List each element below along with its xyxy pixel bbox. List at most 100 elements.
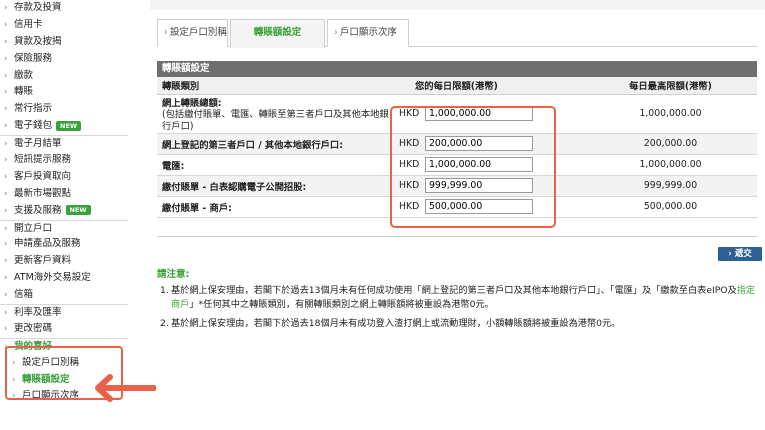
- row-label: 繳付賬單 - 商戶:: [157, 196, 389, 218]
- sidebar-item-label: 轉賬: [14, 86, 34, 98]
- max-limit-value: 999,999.00: [584, 175, 757, 197]
- tab-transfer-limit[interactable]: 轉賬額設定: [230, 19, 325, 48]
- max-limit-value: 500,000.00: [584, 196, 757, 218]
- chevron-right-icon: ›: [4, 3, 8, 13]
- sidebar-item-label: 開立戶口: [14, 222, 53, 234]
- sidebar-item[interactable]: › 更改密碼: [0, 321, 128, 338]
- column-header-max-limit: 每日最高限額(港幣): [584, 77, 757, 95]
- chevron-right-icon: ›: [4, 87, 8, 98]
- chevron-right-icon: ›: [4, 36, 8, 47]
- sidebar-item-label: 更新客戶資料: [14, 255, 72, 267]
- sidebar-item-label: 短訊提示服務: [14, 154, 72, 166]
- sidebar-item[interactable]: › 存款及投資: [0, 0, 128, 17]
- sidebar-menu: › 存款及投資 › 信用卡 › 貸款及按揭 › 保險服務 › 繳款 › 轉賬 › 常行指示 › 電子錢包 NEW…: [0, 0, 128, 405]
- max-limit-value: 1,000,000.00: [584, 154, 757, 176]
- main-content: › 設定戶口別稱 轉賬額設定 › 戶口顯示次序 轉賬額設定 轉賬類別 您的每日限額(…: [150, 0, 765, 430]
- chevron-right-icon: ›: [4, 256, 8, 267]
- sidebar-item-label: 繳款: [14, 69, 34, 81]
- max-limit-value: 1,000,000.00: [584, 94, 757, 134]
- input-highlight-box: [390, 106, 556, 228]
- sidebar-item[interactable]: › 轉賬: [0, 84, 128, 101]
- sidebar-item[interactable]: › 信用卡: [0, 17, 128, 34]
- chevron-right-icon: ›: [4, 308, 8, 319]
- sidebar-item[interactable]: › 更新客戶資料: [0, 253, 128, 270]
- sidebar-item[interactable]: › 貸款及按揭: [0, 34, 128, 51]
- row-label-cell: 網上轉賬總額: (包括繳付賬單、電匯、轉賬至第三者戶口及其他本地銀行戶口): [157, 94, 389, 134]
- chevron-right-icon: ›: [4, 223, 8, 234]
- note-text-end: 」*任何其中之轉賬類別，有關轉賬類別之網上轉賬額將被重設為港幣0元。: [189, 298, 494, 310]
- chevron-right-icon: ›: [164, 27, 168, 38]
- panel-title: 轉賬額設定: [157, 61, 757, 77]
- note-item: 2. 基於網上保安理由，若閣下於過去18個月未有成功登入渣打網上或流動理財，小額…: [157, 317, 757, 331]
- sidebar-item[interactable]: › 常行指示: [0, 101, 128, 118]
- row-label: 網上登記的第三者戶口 / 其他本地銀行戶口:: [157, 133, 389, 155]
- sidebar-item-label: 更改密碼: [14, 322, 53, 334]
- chevron-right-icon: ›: [4, 53, 8, 64]
- sidebar-item-label: 保險服務: [14, 52, 53, 64]
- sidebar-item-label: 電子錢包: [14, 120, 53, 132]
- chevron-right-icon: ›: [728, 249, 732, 259]
- submit-button[interactable]: › 遞交: [718, 247, 762, 261]
- sidebar-item[interactable]: › 信箱: [0, 287, 128, 304]
- sidebar-item-label: 申請產品及服務: [14, 238, 81, 250]
- sidebar-item[interactable]: › 電子錢包 NEW: [0, 118, 128, 135]
- sidebar-item[interactable]: › 利率及匯率: [0, 304, 128, 321]
- note-number: 2.: [160, 318, 169, 329]
- row-note: (包括繳付賬單、電匯、轉賬至第三者戶口及其他本地銀行戶口): [162, 108, 389, 132]
- chevron-right-icon: ›: [4, 239, 8, 250]
- sidebar-item-label: 存款及投資: [14, 2, 62, 13]
- row-label: 電匯:: [157, 154, 389, 176]
- sidebar-item[interactable]: › 電子月結單: [0, 135, 128, 152]
- sidebar-item-label: 貸款及按揭: [14, 35, 62, 47]
- sidebar-item-label: ATM海外交易設定: [14, 272, 91, 284]
- sidebar-item[interactable]: › 保險服務: [0, 51, 128, 68]
- tab-account-nickname[interactable]: › 設定戶口別稱: [157, 19, 228, 47]
- sidebar-item-label: 支援及服務: [14, 204, 62, 216]
- pointer-arrow-icon: [95, 374, 156, 402]
- chevron-right-icon: ›: [4, 188, 8, 199]
- column-header-daily-limit: 您的每日限額(港幣): [389, 77, 584, 95]
- sidebar-item-label: 利率及匯率: [14, 307, 62, 319]
- tab-bar: › 設定戶口別稱 轉賬額設定 › 戶口顯示次序: [157, 19, 757, 48]
- notes-section: 請注意: 1. 基於網上保安理由，若閣下於過去13個月未有任何成功使用「網上登記…: [157, 266, 757, 337]
- sidebar-item-label: 信用卡: [14, 18, 43, 30]
- tab-account-order[interactable]: › 戶口顯示次序: [327, 19, 409, 47]
- sidebar-item[interactable]: › 繳款: [0, 68, 128, 85]
- chevron-right-icon: ›: [4, 205, 8, 216]
- chevron-right-icon: ›: [4, 19, 8, 30]
- sidebar-item-label: 電子月結單: [14, 138, 62, 150]
- sidebar-item-label: 客戶投資取向: [14, 170, 72, 182]
- sidebar-item[interactable]: › 最新市場觀點: [0, 186, 128, 203]
- notes-title: 請注意:: [157, 269, 190, 280]
- new-badge: NEW: [56, 120, 82, 131]
- divider: [157, 236, 757, 237]
- sidebar-item[interactable]: › 短訊提示服務: [0, 152, 128, 169]
- sidebar-item[interactable]: › 申請產品及服務: [0, 236, 128, 253]
- max-limit-value: 200,000.00: [584, 133, 757, 155]
- row-label: 繳付賬單 - 白表認購電子公開招股:: [157, 175, 389, 197]
- chevron-right-icon: ›: [4, 139, 8, 150]
- top-stripe: [150, 0, 765, 10]
- column-header-type: 轉賬類別: [157, 77, 389, 95]
- chevron-right-icon: ›: [4, 70, 8, 81]
- sidebar-item[interactable]: › 客戶投資取向: [0, 169, 128, 186]
- sidebar-item[interactable]: › 開立戶口: [0, 219, 128, 237]
- sidebar-item[interactable]: › ATM海外交易設定: [0, 270, 128, 287]
- chevron-right-icon: ›: [4, 155, 8, 166]
- sidebar-item[interactable]: › 支援及服務 NEW: [0, 203, 128, 220]
- note-text: 基於網上保安理由，若閣下於過去13個月未有任何成功使用「網上登記的第三者戶口及其…: [171, 285, 737, 296]
- row-label: 網上轉賬總額:: [162, 97, 222, 109]
- chevron-right-icon: ›: [4, 121, 8, 132]
- chevron-right-icon: ›: [4, 171, 8, 182]
- sidebar-item-label: 信箱: [14, 289, 34, 301]
- chevron-right-icon: ›: [4, 323, 8, 334]
- chevron-right-icon: ›: [4, 290, 8, 301]
- sidebar-item-label: 常行指示: [14, 103, 53, 115]
- chevron-right-icon: ›: [4, 104, 8, 115]
- chevron-right-icon: ›: [4, 273, 8, 284]
- note-number: 1.: [160, 285, 169, 296]
- chevron-right-icon: ›: [334, 27, 338, 38]
- note-item: 1. 基於網上保安理由，若閣下於過去13個月未有任何成功使用「網上登記的第三者戶…: [157, 284, 757, 311]
- note-text: 基於網上保安理由，若閣下於過去18個月未有成功登入渣打網上或流動理財，小額轉賬額…: [171, 318, 621, 329]
- sidebar-item-label: 最新市場觀點: [14, 187, 72, 199]
